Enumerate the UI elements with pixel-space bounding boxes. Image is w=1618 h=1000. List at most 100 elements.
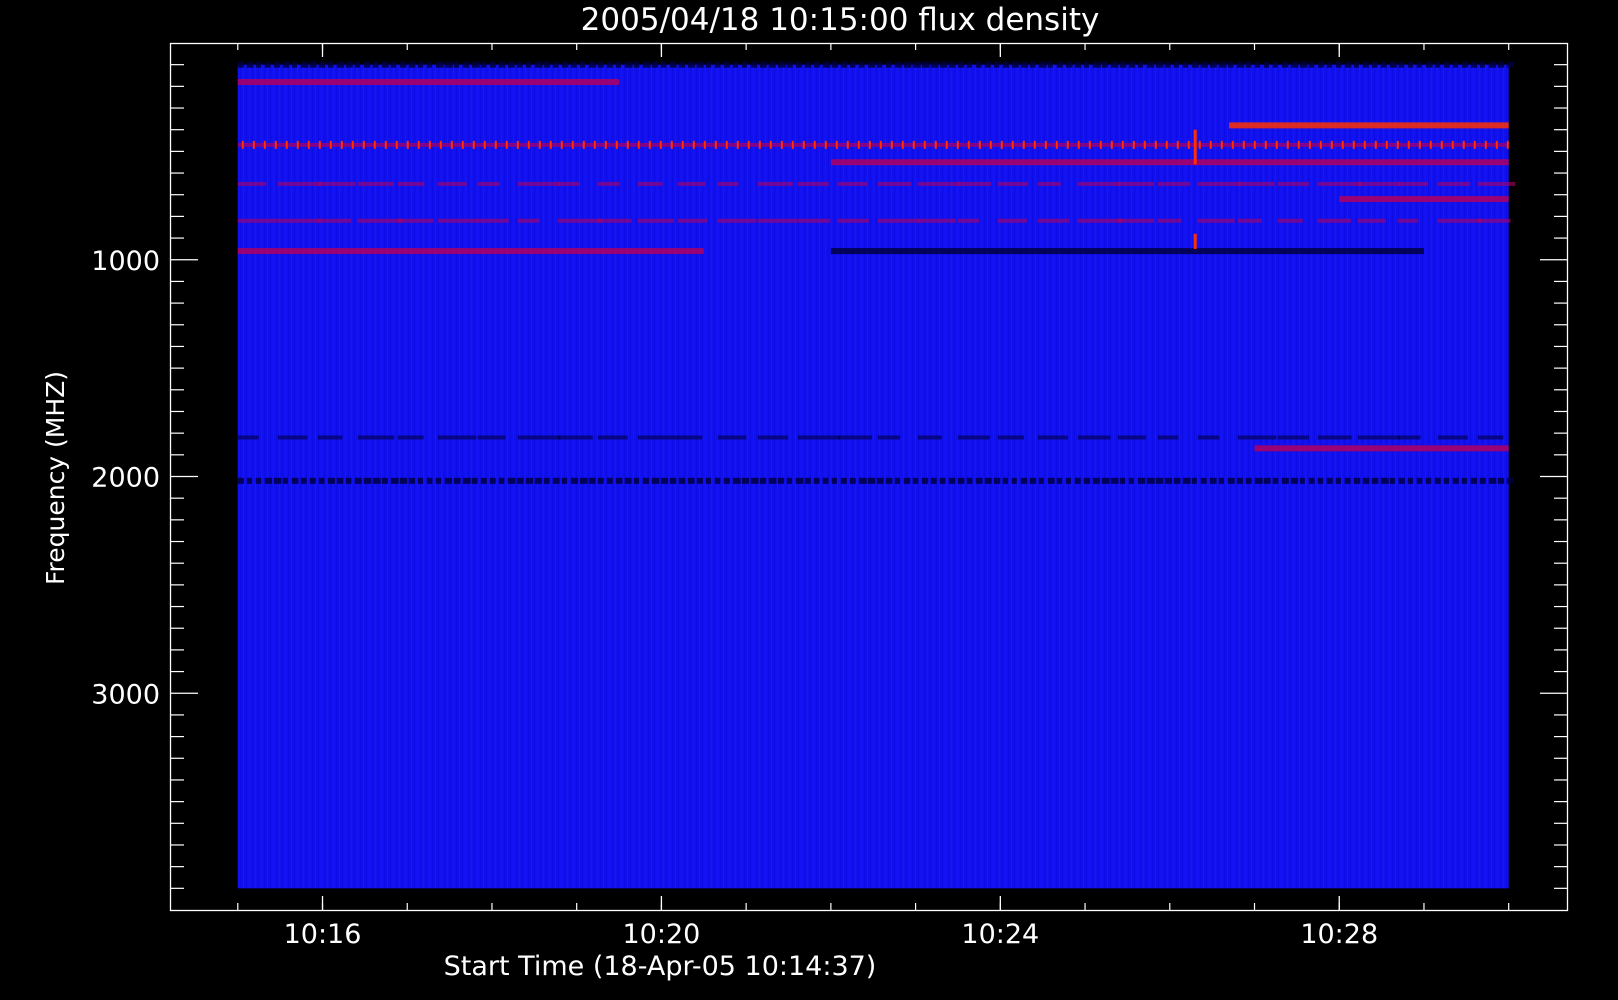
spectrogram-band-segment [397,435,424,440]
spectrogram-band-segment [517,181,560,186]
spectrogram-spike [1319,140,1322,149]
spectrogram-spike [373,140,376,149]
spectrogram-band-segment [1437,181,1471,186]
spectrogram-band-segment [477,218,509,223]
spectrogram-band-segment [797,218,831,223]
spectrogram-band-segment [327,477,335,484]
spectrogram-band-segment [1137,477,1146,484]
spectrogram-spike [274,140,277,149]
spectrogram-band-segment [1452,477,1459,484]
spectrogram-band-segment [921,477,929,484]
spectrogram-band-segment [1164,477,1173,484]
spectrogram-band-segment [606,477,613,484]
spectrogram-band-segment [894,477,900,484]
spectrogram-band-segment [517,218,540,223]
spectrogram-spike [1066,140,1069,149]
spectrogram-burst [1193,233,1197,249]
spectrogram-band-segment [696,61,704,68]
spectrogram-spike [714,140,717,149]
spectrogram-band-segment [714,477,721,484]
spectrogram-band-segment [277,218,321,223]
spectrogram-band-segment [615,61,622,68]
spectrogram-band-segment [1479,477,1486,484]
spectrogram-band-segment [795,61,803,68]
spectrogram-band-segment [1290,477,1298,484]
spectrogram-band-segment [1110,61,1119,68]
spectrogram-band-segment [1117,218,1155,223]
spectrogram-band-segment [1173,61,1179,68]
spectrogram-spike [1275,140,1278,149]
spectrogram-band-segment [1317,477,1324,484]
spectrogram-spike [571,140,574,149]
spectrogram-band-segment [1299,477,1305,484]
spectrogram-band-segment [489,477,496,484]
spectrogram-band-segment [877,435,900,440]
spectrogram-spike [417,140,420,149]
spectrogram-band-segment [1197,218,1235,223]
spectrogram-spike [1297,140,1300,149]
spectrogram-band-segment [1110,477,1119,484]
spectrogram-band-segment [939,477,946,484]
spectrogram-band-segment [804,61,812,68]
spectrogram-spike [1077,140,1080,149]
spectrogram-band-segment [300,477,307,484]
spectrogram-spike [1198,140,1201,149]
spectrogram-band-segment [534,477,542,484]
spectrogram-spike [538,140,541,149]
spectrogram-band-segment [437,181,467,186]
spectrogram-spike [604,140,607,149]
spectrogram-spike [395,140,398,149]
spectrogram-band-segment [1335,477,1341,484]
spectrogram-band-segment [637,435,679,440]
spectrogram-spike [1363,140,1366,149]
spectrogram-spike [615,140,618,149]
spectrogram-band-segment [1380,477,1389,484]
spectrogram-spike [824,140,827,149]
spectrogram-band-segment [786,61,793,68]
spectrogram-band-segment [597,61,604,68]
spectrogram-band-segment [480,477,487,484]
spectrogram-spike [472,140,475,149]
spectrogram-band-segment [345,477,352,484]
spectrogram-band-segment [624,61,633,68]
spectrogram-spike [1000,140,1003,149]
spectrogram-band-segment [300,61,309,68]
spectrogram-spike [1396,140,1399,149]
spectrogram-band-segment [1237,435,1277,440]
spectrogram-band-segment [637,218,675,223]
spectrogram-band-segment [966,477,973,484]
spectrogram-spike [846,140,849,149]
spectrogram-band-segment [237,435,259,440]
spectrogram-band-segment [597,181,620,186]
spectrogram-band-segment [877,218,920,223]
spectrogram-band-segment [1425,477,1432,484]
spectrogram-spike [1385,140,1388,149]
spectrogram-band-segment [957,61,965,68]
spectrogram-band-segment [975,477,983,484]
spectrogram-spike [351,140,354,149]
spectrogram-band-segment [357,218,403,223]
spectrogram-band-segment [1020,61,1028,68]
spectrogram-band-segment [1397,435,1421,440]
spectrogram-band-segment [1326,61,1332,68]
spectrogram-band-segment [877,181,912,186]
spectrogram-band-segment [1002,61,1009,68]
spectrogram-band-segment [1443,477,1450,484]
spectrogram-band-segment [1200,477,1207,484]
spectrogram-band-segment [543,477,550,484]
spectrogram-band-segment [516,61,523,68]
spectrogram-band-segment [1317,218,1351,223]
spectrogram-spike [384,140,387,149]
spectrogram-band-segment [797,435,841,440]
spectrogram-band-segment [837,218,869,223]
spectrogram-band-segment [921,61,930,68]
spectrogram-band-segment [1065,61,1073,68]
spectrogram-band-segment [759,61,767,68]
spectrogram-band-segment [984,477,992,484]
spectrogram-band-segment [1326,477,1333,484]
spectrogram-band-segment [1416,61,1422,68]
spectrogram-spike [1330,140,1333,149]
spectrogram-band-segment [677,435,703,440]
spectrogram-band-segment [277,181,322,186]
spectrogram-band-segment [1272,477,1279,484]
